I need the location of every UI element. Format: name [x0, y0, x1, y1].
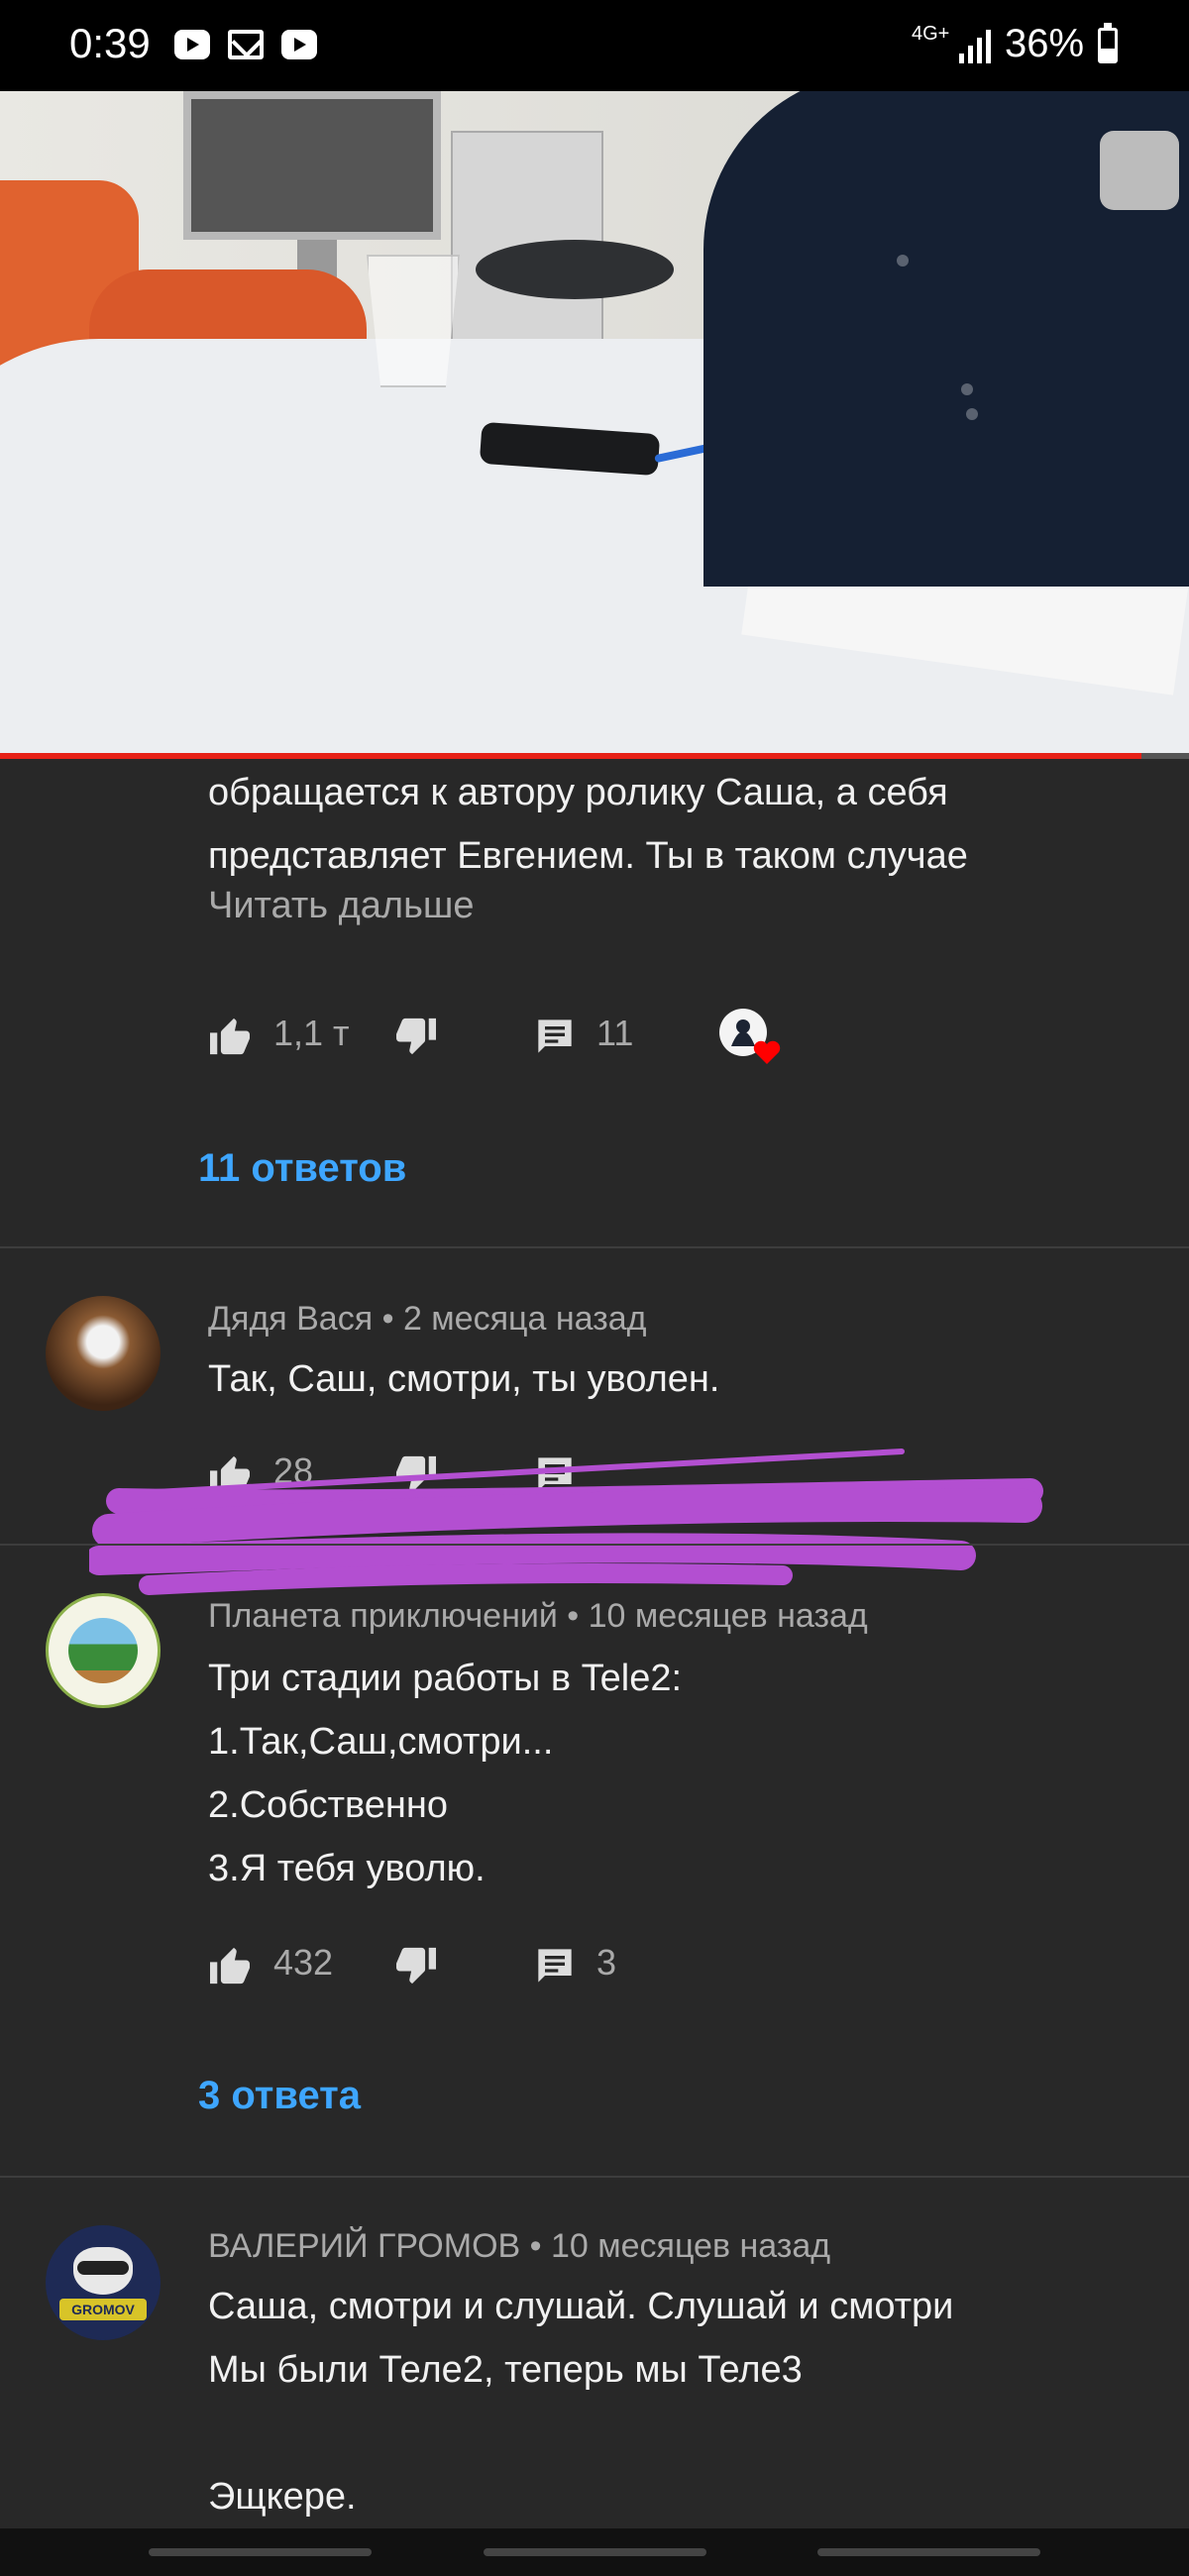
status-time: 0:39	[69, 20, 151, 66]
like-icon[interactable]	[208, 1017, 252, 1056]
reply-count: 11	[596, 1013, 634, 1053]
video-scene-speakerphone	[476, 240, 674, 299]
comment-divider	[0, 2176, 1189, 2178]
video-scene-watch	[1100, 131, 1179, 210]
scribble-redaction	[89, 1449, 1043, 1595]
comment-text: Три стадии работы в Tele2: 1.Так,Саш,смо…	[208, 1658, 683, 1889]
dislike-icon[interactable]	[394, 1946, 438, 1986]
dislike-icon[interactable]	[394, 1017, 438, 1056]
comment-author[interactable]: ВАЛЕРИЙ ГРОМОВ	[208, 2227, 520, 2265]
comment-meta: ВАЛЕРИЙ ГРОМОВ • 10 месяцев назад	[208, 2227, 831, 2265]
network-indicator: 4G+	[912, 23, 950, 45]
comment-author[interactable]: Планета приключений	[208, 1597, 558, 1635]
like-count: 432	[273, 1942, 334, 1983]
signal-icon	[959, 30, 991, 63]
comment-author[interactable]: Дядя Вася	[208, 1300, 373, 1338]
comment-text: Саша, смотри и слушай. Слушай и смотри М…	[208, 2286, 954, 2518]
avatar-logo-text: GROMOV	[59, 2299, 147, 2320]
comment-time: 10 месяцев назад	[551, 2227, 831, 2265]
reply-icon[interactable]	[535, 1946, 575, 1986]
video-player[interactable]	[0, 91, 1189, 757]
system-navigation-bar	[0, 2528, 1189, 2576]
battery-percentage: 36%	[1005, 22, 1085, 65]
like-count: 1,1 т	[273, 1013, 350, 1053]
comment-time: 10 месяцев назад	[588, 1597, 868, 1635]
status-bar: 0:39 4G+ 36%	[0, 0, 1189, 91]
avatar[interactable]	[46, 1296, 161, 1411]
comment-time: 2 месяца назад	[402, 1300, 647, 1338]
avatar[interactable]	[46, 1593, 161, 1708]
comment-divider	[0, 1246, 1189, 1248]
comment-meta: Планета приключений • 10 месяцев назад	[208, 1597, 868, 1635]
reply-icon[interactable]	[535, 1017, 575, 1056]
comment-meta: Дядя Вася • 2 месяца назад	[208, 1300, 647, 1338]
like-icon[interactable]	[208, 1946, 252, 1986]
comment-actions: 432 3	[208, 1938, 1159, 1997]
avatar[interactable]: GROMOV	[46, 2225, 161, 2340]
battery-icon	[1098, 23, 1118, 63]
view-replies-link[interactable]: 11 ответов	[198, 1146, 406, 1191]
comment-divider	[0, 1544, 1189, 1546]
read-more-link[interactable]: Читать дальше	[208, 885, 475, 927]
video-scene-monitor	[183, 91, 441, 240]
reply-count: 3	[596, 1942, 617, 1983]
video-progress-fill	[0, 753, 1141, 759]
creator-heart-icon	[717, 1007, 783, 1073]
view-replies-link[interactable]: 3 ответа	[198, 2074, 361, 2118]
comment-text: обращается к автору ролику Саша, а себя …	[208, 772, 968, 877]
video-scene-cup	[367, 255, 460, 387]
mail-icon	[228, 30, 264, 59]
comment-actions: 1,1 т 11	[208, 1009, 1159, 1068]
youtube-icon	[174, 30, 210, 59]
comment-text: Так, Саш, смотри, ты уволен.	[208, 1358, 720, 1400]
youtube-icon	[281, 30, 317, 59]
